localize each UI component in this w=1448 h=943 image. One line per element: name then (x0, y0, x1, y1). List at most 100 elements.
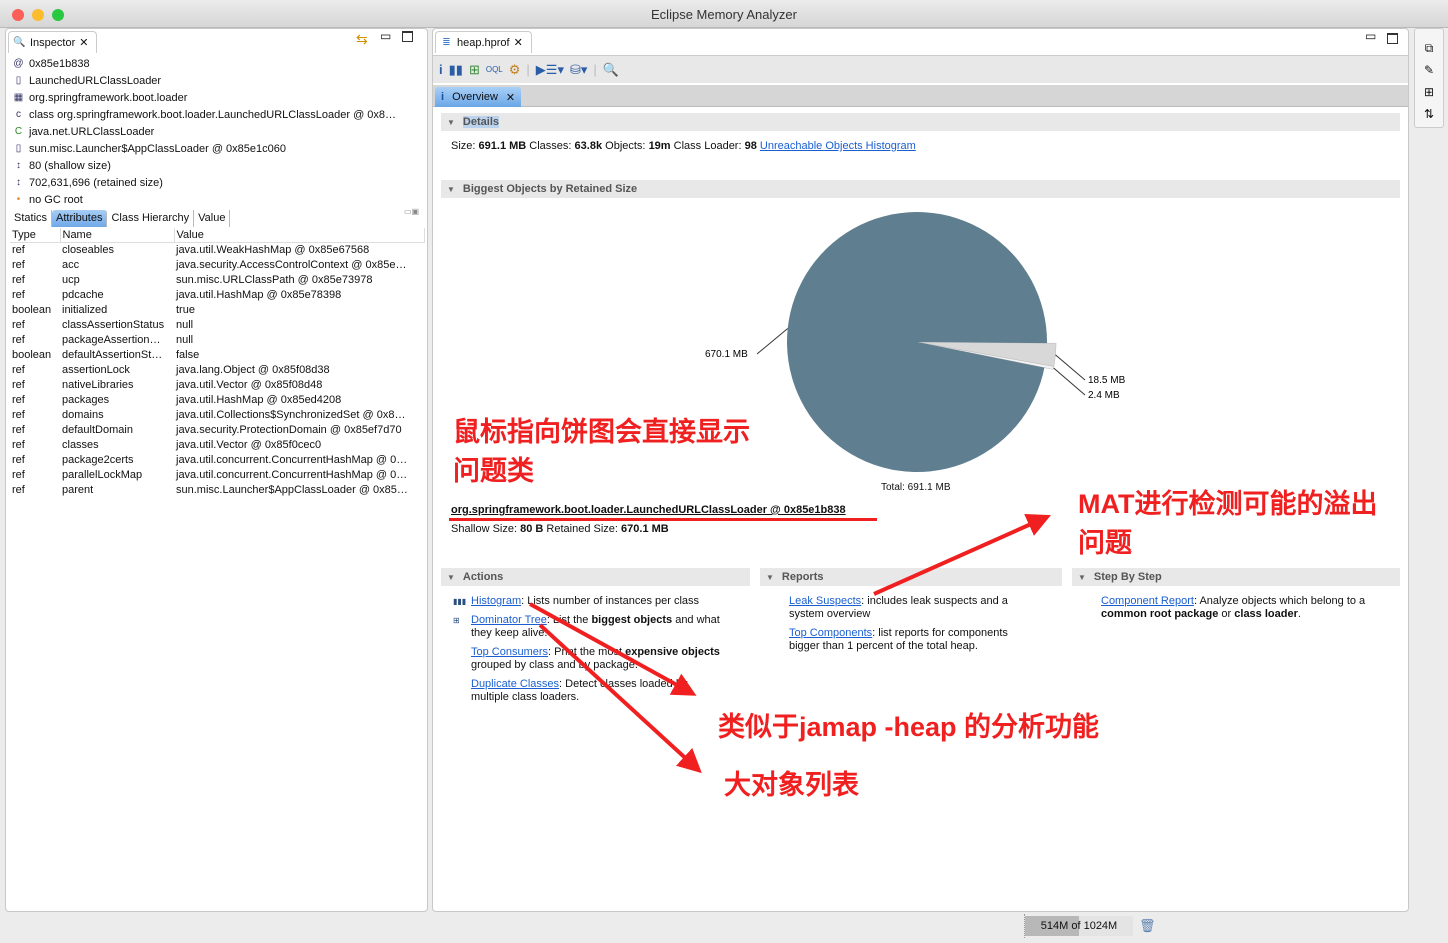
status-bar: 514M of 1024M 🗑 (1024, 914, 1160, 938)
reports-section-header[interactable]: ▼ Reports (760, 568, 1062, 586)
action-link[interactable]: Duplicate Classes (471, 678, 559, 690)
cell: nativeLibraries (62, 378, 134, 391)
cell: ref (12, 453, 25, 466)
tab-inspector[interactable]: 🔍 Inspector ✕ (8, 31, 98, 53)
histogram-icon[interactable]: ▮▮ (449, 62, 463, 78)
table-row[interactable]: ref classes java.util.Vector @ 0x85f0cec0 (10, 437, 425, 452)
minimize-window-button[interactable] (32, 9, 44, 21)
inspector-row[interactable]: • no GC root (12, 191, 83, 208)
actions-section-header[interactable]: ▼ Actions (441, 568, 750, 586)
pie-slice[interactable] (787, 211, 1047, 472)
row-text: 702,631,696 (retained size) (29, 176, 163, 189)
action-link[interactable]: Histogram (471, 595, 521, 607)
subtab-value[interactable]: Value (194, 210, 231, 227)
table-row[interactable]: ref acc java.security.AccessControlContext… (10, 257, 425, 272)
subtab-attributes[interactable]: Attributes (52, 210, 108, 227)
cell: true (176, 303, 195, 316)
restore-icon[interactable]: ⧉ (1415, 37, 1443, 59)
inspector-row[interactable]: ↕ 80 (shallow size) (12, 157, 111, 174)
minimize-maximize-icon[interactable]: ▭▣ (404, 207, 419, 216)
column-value[interactable]: Value (174, 228, 425, 243)
table-row[interactable]: ref classAssertionStatus null (10, 317, 425, 332)
subtab-class-hierarchy[interactable]: Class Hierarchy (107, 210, 195, 227)
inspector-row[interactable]: @0x85e1b838 (12, 55, 89, 72)
thread-overview-icon[interactable]: ⚙ (509, 62, 521, 78)
selected-object-name[interactable]: org.springframework.boot.loader.Launched… (451, 504, 846, 517)
inspector-row[interactable]: ▯ sun.misc.Launcher$AppClassLoader @ 0x85… (12, 140, 286, 157)
table-row[interactable]: ref defaultDomain java.security.Protection… (10, 422, 425, 437)
column-name[interactable]: Name (60, 228, 175, 243)
link-with-editor-icon[interactable]: ⇆ (356, 31, 368, 48)
trash-icon[interactable]: 🗑 (1139, 918, 1156, 934)
action-link[interactable]: Dominator Tree (471, 614, 547, 626)
oql-icon[interactable]: OQL (486, 65, 503, 74)
row-icon: ↕ (16, 177, 21, 188)
close-icon[interactable]: ✕ (79, 36, 88, 49)
report-link[interactable]: Leak Suspects (789, 595, 861, 607)
history-icon[interactable]: ⇅ (1415, 103, 1443, 125)
collapse-icon[interactable]: ▼ (447, 118, 455, 127)
cell: parallelLockMap (62, 468, 143, 481)
collapse-icon[interactable]: ▼ (447, 573, 455, 582)
table-row[interactable]: ref nativeLibraries java.util.Vector @ 0x8… (10, 377, 425, 392)
action-link[interactable]: Top Consumers (471, 646, 548, 658)
table-row[interactable]: ref packageAssertion… null (10, 332, 425, 347)
minimize-icon[interactable]: ▭ (1365, 29, 1376, 43)
cell: classAssertionStatus (62, 318, 165, 331)
query-browser-icon[interactable]: ⛁▾ (570, 62, 587, 78)
collapse-icon[interactable]: ▼ (1078, 573, 1086, 582)
cell: java.util.Collections$SynchronizedSet @ … (176, 408, 406, 421)
tab-label: Overview (452, 91, 498, 103)
tab-overview[interactable]: i Overview ✕ (435, 87, 522, 107)
close-icon[interactable]: ✕ (506, 91, 515, 104)
dominator-tree-icon[interactable]: ⊞ (469, 62, 480, 78)
collapse-icon[interactable]: ▼ (766, 573, 774, 582)
table-row[interactable]: ref parallelLockMap java.util.concurrent.C… (10, 467, 425, 482)
details-section-header[interactable]: ▼ Details (441, 113, 1400, 131)
action-entry: Duplicate Classes: Detect classes loaded… (471, 678, 688, 703)
inspector-row[interactable]: ▦ org.springframework.boot.loader (12, 89, 188, 106)
table-row[interactable]: ref assertionLock java.lang.Object @ 0x85f… (10, 362, 425, 377)
search-icon[interactable]: 🔍 (603, 62, 619, 78)
collapse-icon[interactable]: ▼ (447, 185, 455, 194)
cell: ref (12, 273, 25, 286)
table-row[interactable]: ref package2certs java.util.concurrent.Con… (10, 452, 425, 467)
unreachable-objects-link[interactable]: Unreachable Objects Histogram (760, 140, 916, 152)
row-text: sun.misc.Launcher$AppClassLoader @ 0x85e… (29, 142, 286, 155)
run-report-icon[interactable]: ▶☰▾ (536, 62, 564, 78)
close-icon[interactable]: ✕ (514, 36, 523, 49)
step-by-step-section-header[interactable]: ▼ Step By Step (1072, 568, 1400, 586)
column-type[interactable]: Type (10, 228, 61, 243)
maximize-icon[interactable] (402, 31, 413, 42)
table-row[interactable]: boolean defaultAssertionSt… false (10, 347, 425, 362)
inspector-row[interactable]: Cjava.net.URLClassLoader (12, 123, 154, 140)
navigation-icon[interactable]: ⊞ (1415, 81, 1443, 103)
table-row[interactable]: ref parent sun.misc.Launcher$AppClassLoade… (10, 482, 425, 497)
cell: initialized (62, 303, 108, 316)
cell: java.lang.Object @ 0x85f08d38 (176, 363, 330, 376)
overview-icon[interactable]: i (439, 62, 443, 77)
component-report-link[interactable]: Component Report (1101, 595, 1194, 607)
notes-icon[interactable]: ✎ (1415, 59, 1443, 81)
biggest-objects-section-header[interactable]: ▼ Biggest Objects by Retained Size (441, 180, 1400, 198)
close-window-button[interactable] (12, 9, 24, 21)
maximize-icon[interactable] (1387, 33, 1398, 44)
minimize-icon[interactable]: ▭ (380, 29, 391, 43)
zoom-window-button[interactable] (52, 9, 64, 21)
table-row[interactable]: ref ucp sun.misc.URLClassPath @ 0x85e73978 (10, 272, 425, 287)
inspector-row[interactable]: ▯ LaunchedURLClassLoader (12, 72, 161, 89)
cell: domains (62, 408, 104, 421)
inspector-row[interactable]: ↕ 702,631,696 (retained size) (12, 174, 163, 191)
tab-heap-hprof[interactable]: ≣ heap.hprof ✕ (435, 31, 532, 53)
table-row[interactable]: boolean initialized true (10, 302, 425, 317)
subtab-statics[interactable]: Statics (10, 210, 53, 227)
tab-label: heap.hprof (457, 36, 510, 49)
table-row[interactable]: ref domains java.util.Collections$Synchron… (10, 407, 425, 422)
table-row[interactable]: ref pdcache java.util.HashMap @ 0x85e78398 (10, 287, 425, 302)
table-row[interactable]: ref packages java.util.HashMap @ 0x85ed420… (10, 392, 425, 407)
inspector-row[interactable]: c class org.springframework.boot.loader.L… (12, 106, 396, 123)
report-link[interactable]: Top Components (789, 627, 872, 639)
retained-size-pie-chart[interactable]: 18.5 MB 2.4 MB 670.1 MB (683, 204, 1143, 504)
cell: sun.misc.Launcher$AppClassLoader @ 0x85… (176, 483, 408, 496)
table-row[interactable]: ref closeables java.util.WeakHashMap @ 0x8… (10, 242, 425, 257)
